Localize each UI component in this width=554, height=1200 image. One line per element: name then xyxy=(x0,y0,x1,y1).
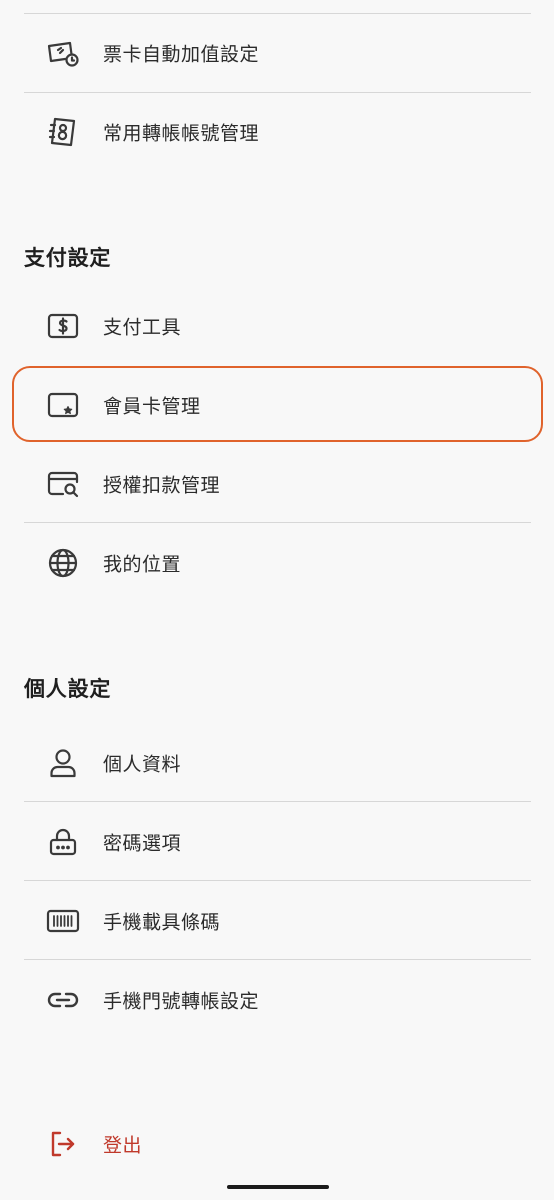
menu-item-label: 手機載具條碼 xyxy=(103,911,221,934)
menu-item-profile[interactable]: 個人資料 xyxy=(0,724,554,802)
menu-item-ticket-autoload[interactable]: 票卡自動加值設定 xyxy=(0,14,554,92)
menu-item-label: 會員卡管理 xyxy=(103,395,201,418)
section-title-payment: 支付設定 xyxy=(24,246,112,270)
globe-icon xyxy=(45,545,81,581)
settings-page: 票卡自動加值設定 常用轉帳帳號管理 支付設定 支付工具 會員卡管理 授權扣款管理… xyxy=(0,0,554,1200)
menu-item-label: 手機門號轉帳設定 xyxy=(103,990,260,1013)
menu-item-password-options[interactable]: 密碼選項 xyxy=(0,803,554,881)
person-icon xyxy=(45,745,81,781)
menu-item-label: 支付工具 xyxy=(103,316,182,339)
menu-item-payment-tools[interactable]: 支付工具 xyxy=(0,287,554,365)
menu-item-mobile-barcode[interactable]: 手機載具條碼 xyxy=(0,882,554,960)
menu-item-label: 密碼選項 xyxy=(103,832,182,855)
menu-item-label: 常用轉帳帳號管理 xyxy=(103,122,260,145)
menu-item-member-cards[interactable]: 會員卡管理 xyxy=(0,366,554,444)
ticket-card-autoload-icon xyxy=(45,35,81,71)
divider xyxy=(24,522,531,523)
menu-item-authorized-debit[interactable]: 授權扣款管理 xyxy=(0,445,554,523)
logout-label: 登出 xyxy=(103,1134,143,1157)
dollar-card-icon xyxy=(45,308,81,344)
menu-item-transfer-accounts[interactable]: 常用轉帳帳號管理 xyxy=(0,93,554,171)
menu-item-label: 票卡自動加值設定 xyxy=(103,43,260,66)
divider xyxy=(24,959,531,960)
card-search-icon xyxy=(45,466,81,502)
menu-item-phone-transfer[interactable]: 手機門號轉帳設定 xyxy=(0,961,554,1039)
logout-icon xyxy=(45,1126,81,1162)
menu-item-my-location[interactable]: 我的位置 xyxy=(0,524,554,602)
logout-button[interactable]: 登出 xyxy=(0,1105,554,1183)
menu-item-label: 授權扣款管理 xyxy=(103,474,221,497)
member-card-star-icon xyxy=(45,387,81,423)
lock-icon xyxy=(45,824,81,860)
menu-item-label: 個人資料 xyxy=(103,753,182,776)
divider xyxy=(24,801,531,802)
link-icon xyxy=(45,982,81,1018)
menu-item-label: 我的位置 xyxy=(103,553,182,576)
home-indicator[interactable] xyxy=(227,1185,329,1189)
divider xyxy=(24,880,531,881)
address-book-icon xyxy=(45,114,81,150)
barcode-icon xyxy=(45,903,81,939)
section-title-personal: 個人設定 xyxy=(24,677,112,701)
